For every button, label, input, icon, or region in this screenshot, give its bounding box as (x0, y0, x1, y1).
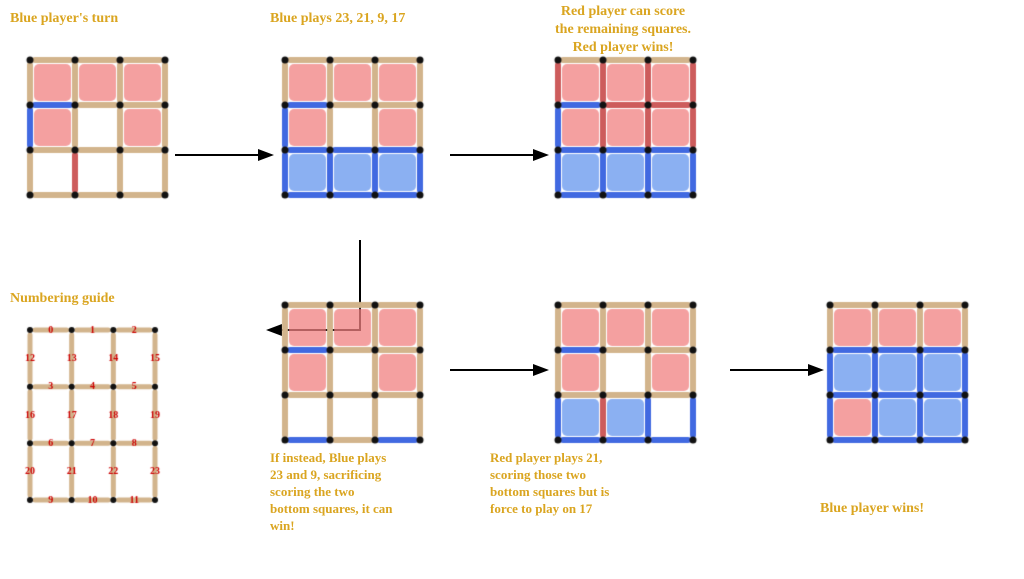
if-instead-label: If instead, Blue plays23 and 9, sacrific… (270, 450, 450, 534)
board3 (548, 50, 703, 210)
board2 (275, 50, 430, 210)
board1 (20, 50, 175, 210)
blue-wins-label: Blue player wins! (820, 500, 924, 518)
numbering-guide-board (10, 310, 175, 545)
board4 (275, 295, 430, 455)
board5 (548, 295, 703, 455)
blue-turn-label: Blue player's turn (10, 10, 118, 28)
board6 (820, 295, 975, 455)
blue-plays-label: Blue plays 23, 21, 9, 17 (270, 10, 405, 28)
red-plays-label: Red player plays 21,scoring those twobot… (490, 450, 690, 518)
numbering-guide-label: Numbering guide (10, 290, 115, 308)
